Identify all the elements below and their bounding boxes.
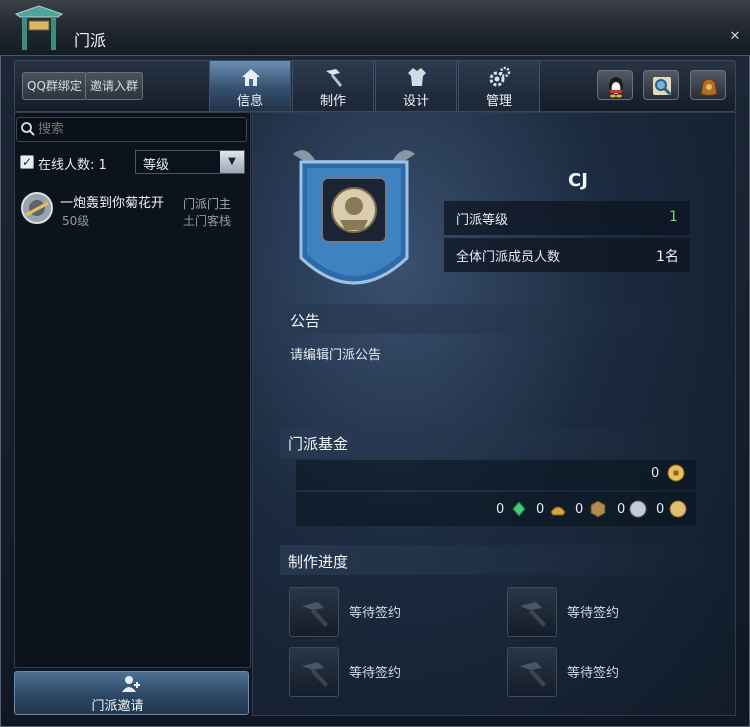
fund-title: 门派基金	[288, 435, 349, 453]
fund-gold-row	[296, 460, 696, 490]
search-icon	[21, 122, 35, 136]
guild-gate-icon	[14, 5, 64, 50]
material-5-value: 0	[656, 502, 665, 517]
qq-penguin-icon	[609, 77, 623, 98]
gold-piece-icon	[669, 500, 687, 518]
material-3-value: 0	[575, 502, 584, 517]
magnifier-icon	[653, 77, 672, 96]
online-count-label: 在线人数: 1	[38, 158, 107, 173]
search-member-button[interactable]	[643, 70, 679, 100]
invite-group-button[interactable]: 邀请入群	[85, 72, 144, 100]
guild-members-label: 全体门派成员人数	[456, 250, 561, 265]
craft-slot-3[interactable]	[289, 647, 339, 697]
title-bar	[0, 0, 750, 56]
craft-status-1: 等待签约	[349, 606, 402, 621]
notice-title: 公告	[290, 312, 321, 330]
craft-status-3: 等待签约	[349, 666, 402, 681]
online-only-checkbox[interactable]: ✓	[20, 155, 34, 169]
sort-selected-value: 等级	[143, 158, 170, 173]
member-rank: 门派门主	[183, 197, 232, 211]
search-input[interactable]	[38, 118, 238, 140]
guild-level-label: 门派等级	[456, 213, 509, 228]
guild-name: CJ	[568, 170, 588, 191]
craft-title: 制作进度	[288, 553, 349, 571]
material-1-value: 0	[496, 502, 505, 517]
member-name: 一炮轰到你菊花开	[60, 196, 165, 211]
gold-coin-icon	[667, 464, 685, 482]
add-user-icon	[122, 676, 140, 692]
hammer-icon	[520, 662, 546, 687]
window-title: 门派	[74, 31, 107, 50]
member-level: 50级	[62, 214, 90, 228]
tab-design-label: 设计	[402, 94, 429, 109]
tab-manage-label: 管理	[485, 94, 512, 109]
craft-status-2: 等待签约	[567, 606, 620, 621]
notice-header-band	[280, 304, 730, 334]
silver-coin-icon	[629, 500, 647, 518]
hammer-icon	[302, 602, 328, 627]
jade-icon	[512, 501, 526, 517]
material-4-value: 0	[617, 502, 626, 517]
qq-group-bind-button[interactable]: QQ群绑定	[22, 72, 87, 100]
tab-design[interactable]: 设计	[375, 61, 457, 111]
material-2-value: 0	[536, 502, 545, 517]
close-button[interactable]: ✕	[728, 30, 742, 44]
hammer-icon	[326, 69, 342, 87]
guild-invite-label: 门派邀请	[91, 699, 144, 714]
hammer-icon	[302, 662, 328, 687]
chevron-down-icon[interactable]: ▼	[220, 151, 244, 173]
tab-info[interactable]: 信息	[209, 61, 291, 111]
guild-emblem	[293, 150, 415, 285]
tab-craft-label: 制作	[319, 94, 346, 109]
craft-slot-2[interactable]	[507, 587, 557, 637]
gears-icon	[489, 66, 511, 87]
guild-members-value: 1名	[656, 249, 679, 265]
qq-button[interactable]	[597, 70, 633, 100]
craft-slot-4[interactable]	[507, 647, 557, 697]
craft-status-4: 等待签约	[567, 666, 620, 681]
notice-text[interactable]: 请编辑门派公告	[290, 344, 381, 363]
hammer-icon	[520, 602, 546, 627]
fund-gold-value: 0	[651, 466, 660, 481]
member-avatar	[21, 192, 53, 224]
tab-craft[interactable]: 制作	[292, 61, 374, 111]
tab-manage[interactable]: 管理	[458, 61, 540, 111]
bag-icon	[700, 78, 718, 96]
guild-level-value: 1	[669, 209, 678, 225]
guild-bag-button[interactable]	[690, 70, 726, 100]
tab-info-label: 信息	[236, 94, 263, 109]
house-icon	[242, 69, 260, 86]
craft-slot-1[interactable]	[289, 587, 339, 637]
gold-ingot-icon	[550, 506, 566, 516]
seal-icon	[590, 500, 606, 518]
robe-icon	[408, 68, 426, 86]
member-location: 土门客栈	[183, 214, 232, 228]
